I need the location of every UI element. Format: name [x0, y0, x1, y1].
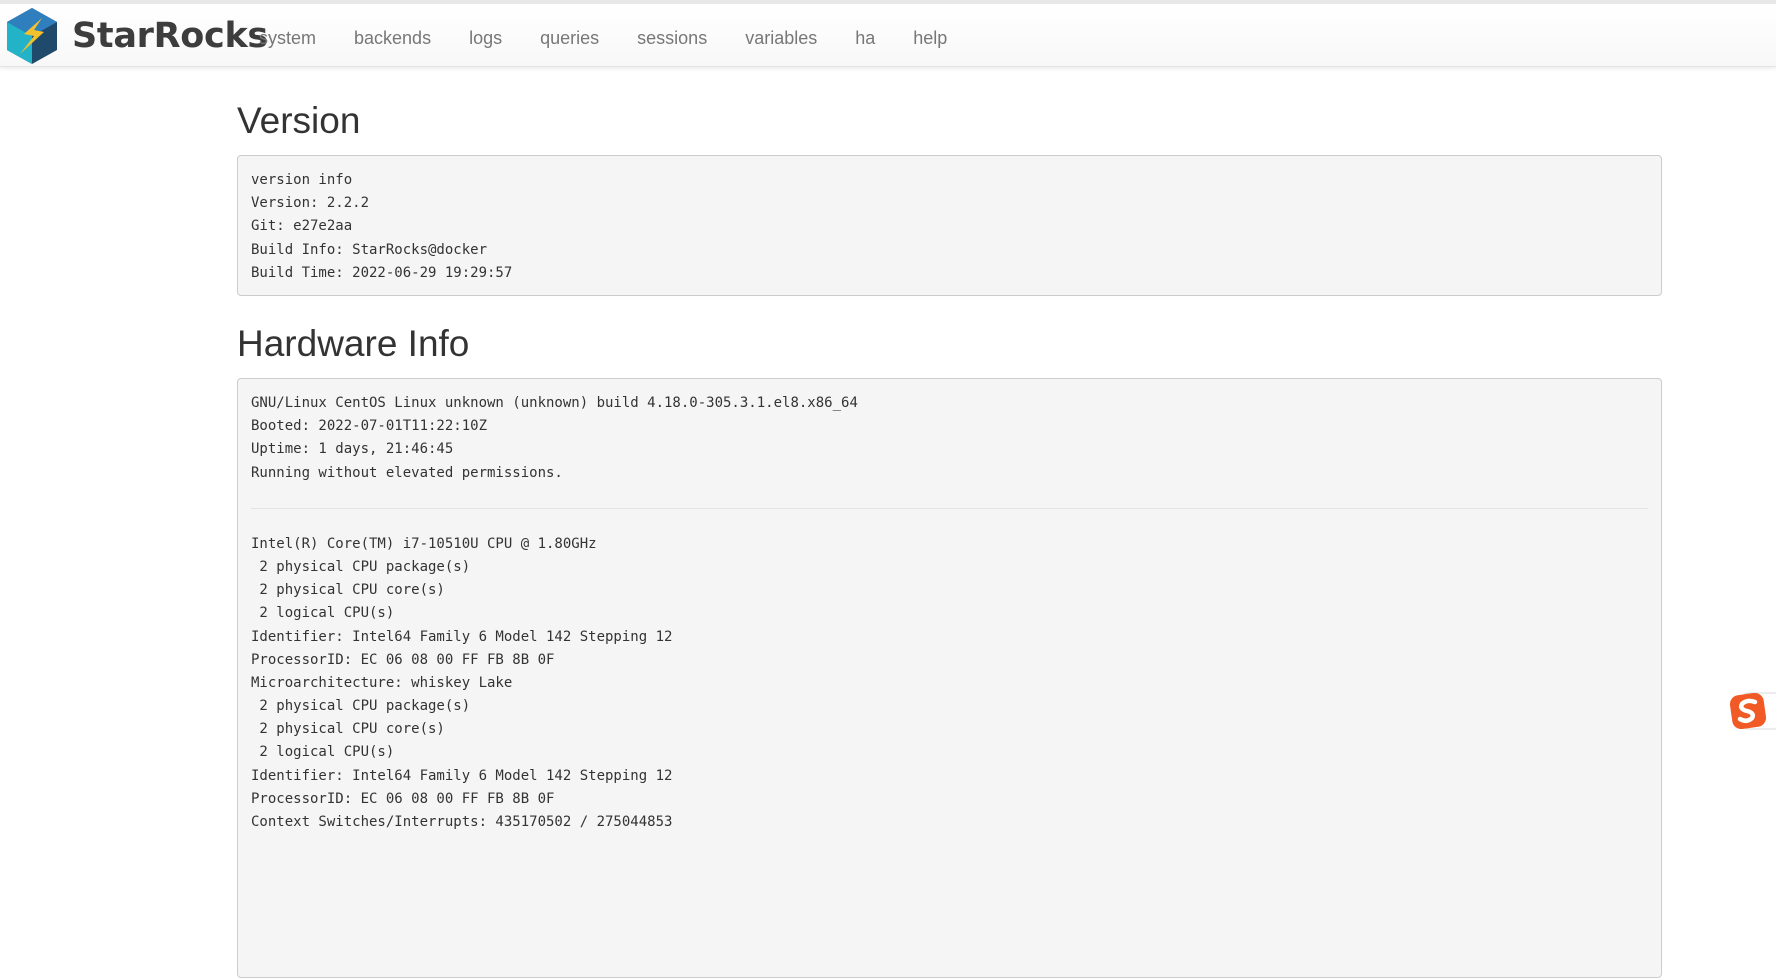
nav-link-logs[interactable]: logs	[450, 28, 521, 49]
nav-link-backends[interactable]: backends	[335, 28, 450, 49]
hardware-info-title: Hardware Info	[237, 323, 470, 364]
nav-item-ha: ha	[836, 8, 894, 68]
top-navbar: StarRocks system backends logs queries s…	[0, 0, 1776, 67]
version-line: Build Info: StarRocks@docker	[251, 241, 488, 258]
cpu-line: 2 logical CPU(s)	[251, 744, 395, 761]
nav-link-queries[interactable]: queries	[521, 28, 618, 49]
nav-link-system[interactable]: system	[240, 28, 335, 49]
version-info-box: version info Version: 2.2.2 Git: e27e2aa…	[237, 155, 1662, 296]
nav-item-logs: logs	[450, 8, 521, 68]
cpu-line: Identifier: Intel64 Family 6 Model 142 S…	[251, 628, 673, 645]
sogou-ime-icon	[1729, 692, 1776, 730]
section-divider	[251, 507, 1648, 509]
starrocks-logo-icon	[7, 8, 57, 64]
nav-item-queries: queries	[521, 8, 618, 68]
nav-item-system: system	[240, 8, 335, 68]
os-line: GNU/Linux CentOS Linux unknown (unknown)…	[251, 395, 858, 411]
cpu-line: Microarchitecture: whiskey Lake	[251, 674, 513, 691]
cpu-line: 2 physical CPU package(s)	[251, 558, 471, 575]
nav-item-help: help	[894, 8, 966, 68]
cpu-line: ProcessorID: EC 06 08 00 FF FB 8B 0F	[251, 790, 555, 807]
version-line: Version: 2.2.2	[251, 195, 370, 212]
cpu-line: 2 logical CPU(s)	[251, 605, 395, 622]
nav-link-help[interactable]: help	[894, 28, 966, 49]
version-title: Version	[237, 100, 361, 141]
hardware-info-box: GNU/Linux CentOS Linux unknown (unknown)…	[237, 378, 1662, 978]
cpu-line: Context Switches/Interrupts: 435170502 /…	[251, 814, 673, 830]
version-line: Build Time: 2022-06-29 19:29:57	[251, 264, 513, 281]
nav-link-ha[interactable]: ha	[836, 28, 894, 49]
nav-item-sessions: sessions	[618, 8, 726, 68]
version-line: Git: e27e2aa	[251, 218, 353, 235]
cpu-line: 2 physical CPU core(s)	[251, 721, 445, 738]
nav-item-variables: variables	[726, 8, 836, 68]
ime-floating-widget[interactable]	[1729, 690, 1776, 732]
main-content: Version version info Version: 2.2.2 Git:…	[237, 67, 1662, 978]
os-line: Uptime: 1 days, 21:46:45	[251, 441, 454, 458]
nav-item-backends: backends	[335, 8, 450, 68]
brand-link[interactable]: StarRocks	[4, 6, 268, 66]
os-line: Booted: 2022-07-01T11:22:10Z	[251, 418, 488, 435]
brand-name: StarRocks	[72, 16, 268, 56]
cpu-line: 2 physical CPU package(s)	[251, 698, 471, 715]
nav-link-sessions[interactable]: sessions	[618, 28, 726, 49]
version-line: version info	[251, 172, 353, 188]
nav-link-variables[interactable]: variables	[726, 28, 836, 49]
nav-menu: system backends logs queries sessions va…	[240, 8, 966, 68]
cpu-line: 2 physical CPU core(s)	[251, 582, 445, 599]
os-line: Running without elevated permissions.	[251, 464, 563, 481]
cpu-line: Intel(R) Core(TM) i7-10510U CPU @ 1.80GH…	[251, 535, 597, 552]
cpu-line: ProcessorID: EC 06 08 00 FF FB 8B 0F	[251, 651, 555, 668]
cpu-line: Identifier: Intel64 Family 6 Model 142 S…	[251, 767, 673, 784]
